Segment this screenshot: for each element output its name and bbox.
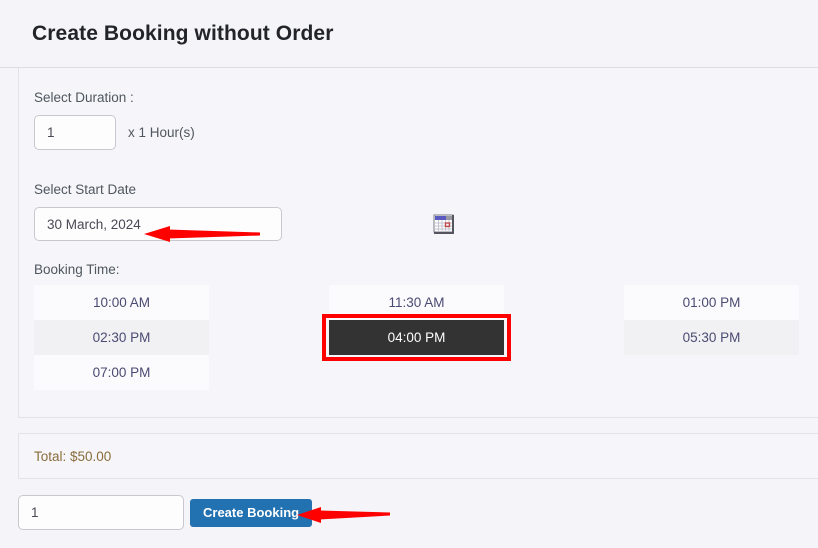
duration-row: x 1 Hour(s) bbox=[19, 115, 818, 150]
selected-time-slot-wrapper: 04:00 PM bbox=[322, 314, 511, 361]
calendar-icon[interactable] bbox=[433, 213, 455, 235]
start-date-row bbox=[19, 207, 818, 241]
duration-label: Select Duration : bbox=[34, 90, 134, 105]
booking-form-panel: Select Duration : x 1 Hour(s) Select Sta… bbox=[18, 68, 818, 418]
page-header: Create Booking without Order bbox=[0, 0, 818, 68]
time-slot[interactable]: 10:00 AM bbox=[34, 285, 209, 320]
quantity-input[interactable] bbox=[18, 495, 184, 530]
time-slot[interactable]: 01:00 PM bbox=[624, 285, 799, 320]
start-date-input[interactable] bbox=[34, 207, 282, 241]
total-box: Total: $50.00 bbox=[18, 433, 818, 479]
slot-column-3: 01:00 PM 05:30 PM bbox=[624, 285, 799, 390]
page-title: Create Booking without Order bbox=[32, 21, 334, 45]
time-slot[interactable]: 02:30 PM bbox=[34, 320, 209, 355]
booking-time-label: Booking Time: bbox=[34, 262, 120, 277]
time-slot[interactable]: 05:30 PM bbox=[624, 320, 799, 355]
time-slot-selected[interactable]: 04:00 PM bbox=[329, 320, 504, 355]
total-amount-label: Total: $50.00 bbox=[34, 448, 112, 464]
slot-column-1: 10:00 AM 02:30 PM 07:00 PM bbox=[34, 285, 209, 390]
duration-input[interactable] bbox=[34, 115, 116, 150]
start-date-block: Select Start Date bbox=[19, 182, 818, 241]
duration-suffix-label: x 1 Hour(s) bbox=[128, 125, 195, 140]
footer-actions-row: Create Booking bbox=[18, 495, 313, 530]
booking-time-slots-grid: 10:00 AM 02:30 PM 07:00 PM 11:30 AM 04:0… bbox=[19, 285, 818, 390]
start-date-label: Select Start Date bbox=[34, 182, 137, 197]
create-booking-button[interactable]: Create Booking bbox=[190, 498, 313, 527]
slot-column-2: 11:30 AM 04:00 PM bbox=[322, 285, 511, 390]
time-slot[interactable]: 11:30 AM bbox=[329, 285, 504, 320]
time-slot[interactable]: 07:00 PM bbox=[34, 355, 209, 390]
